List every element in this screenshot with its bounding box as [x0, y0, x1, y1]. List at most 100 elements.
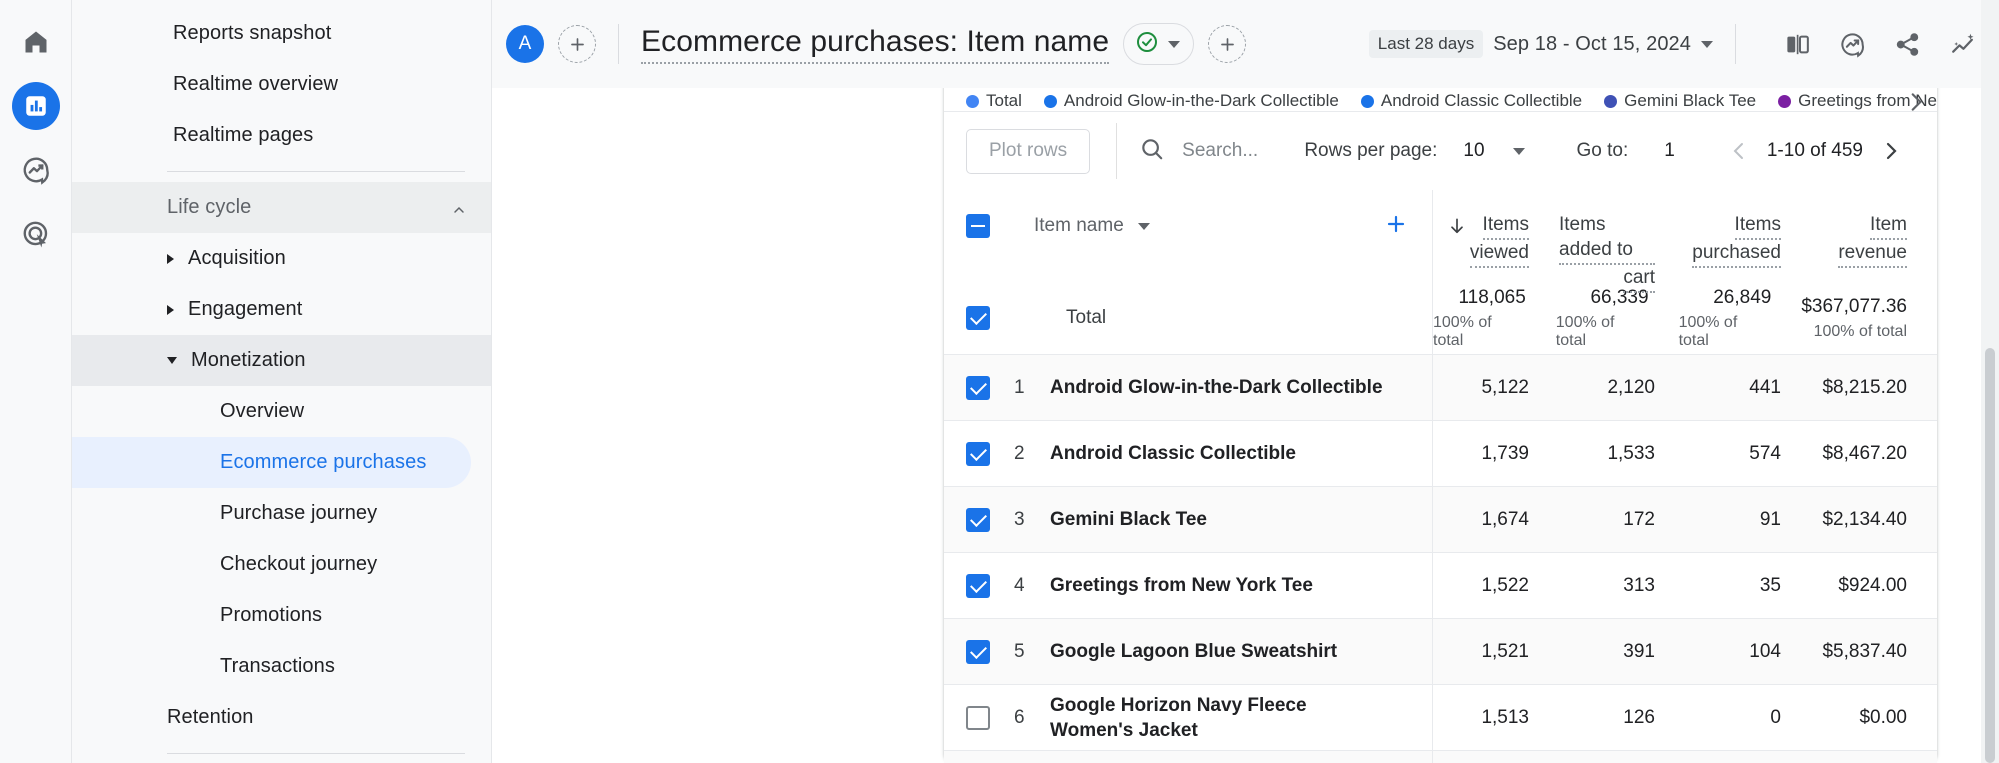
sidebar-item-acquisition[interactable]: Acquisition: [72, 233, 491, 284]
metric-cell: 0: [1685, 685, 1811, 750]
table-row-total[interactable]: Total 118,065 100% of total 66,339 100% …: [944, 282, 1937, 354]
sidebar-item-label: Realtime overview: [173, 73, 339, 95]
add-account-button[interactable]: [558, 25, 596, 63]
explore-icon[interactable]: [12, 146, 60, 194]
sort-descending-icon[interactable]: [1447, 216, 1467, 241]
chevron-down-icon: [1168, 40, 1181, 48]
metric-value: 391: [1623, 640, 1655, 662]
table-row[interactable]: 7 Google Black Eco Zip Hoodie 1,494 556 …: [944, 750, 1937, 763]
metric-cell: 574: [1685, 421, 1811, 486]
sidebar-item-promotions[interactable]: Promotions: [72, 590, 491, 641]
row-checkbox[interactable]: [966, 705, 990, 730]
home-icon[interactable]: [12, 18, 60, 66]
chevron-right-icon: [167, 304, 174, 315]
sidebar-item-realtime-overview[interactable]: Realtime overview: [72, 59, 491, 110]
legend-color-dot: [1778, 94, 1792, 108]
date-range-picker[interactable]: Last 28 days Sep 18 - Oct 15, 2024: [1368, 30, 1713, 58]
sidebar-item-label: Ecommerce purchases: [220, 451, 427, 473]
page-title[interactable]: Ecommerce purchases: Item name: [641, 25, 1110, 64]
metric-cell: 441: [1685, 355, 1811, 420]
metric-header-items-viewed[interactable]: Items viewed: [1433, 190, 1559, 282]
metric-cell: 1,494: [1433, 751, 1559, 763]
sidebar-group-life-cycle[interactable]: Life cycle: [72, 182, 491, 233]
legend-item[interactable]: Android Glow-in-the-Dark Collectible: [1043, 91, 1339, 111]
previous-page-button[interactable]: [1723, 139, 1755, 163]
row-number: 3: [1014, 508, 1025, 530]
legend-item[interactable]: Android Classic Collectible: [1360, 91, 1582, 111]
table-row[interactable]: 2 Android Classic Collectible 1,739 1,53…: [944, 420, 1937, 486]
dimension-selector[interactable]: Item name: [1034, 215, 1150, 237]
metric-header-item-revenue[interactable]: Item revenue: [1811, 190, 1937, 282]
metric-value: 1,522: [1481, 574, 1529, 596]
sidebar-item-retention[interactable]: Retention: [72, 692, 491, 743]
metric-cell: 126: [1559, 685, 1685, 750]
sidebar-item-monetization[interactable]: Monetization: [72, 335, 491, 386]
legend-color-dot: [1043, 94, 1057, 108]
metric-header-line2: revenue: [1838, 240, 1907, 268]
metric-cell: 172: [1559, 487, 1685, 552]
reports-icon[interactable]: [11, 82, 60, 130]
page-scrollbar[interactable]: [1981, 0, 1999, 763]
ai-insights-icon[interactable]: [1949, 30, 1977, 58]
compare-icon[interactable]: [1784, 31, 1811, 58]
row-number: 4: [1014, 574, 1025, 596]
search-input[interactable]: Search...: [1139, 136, 1258, 167]
legend-item[interactable]: Gemini Black Tee: [1604, 91, 1756, 111]
go-to-input[interactable]: 1: [1664, 140, 1675, 162]
legend-next-button[interactable]: [1903, 89, 1929, 111]
chevron-right-icon: [167, 253, 174, 264]
total-value: 26,849: [1713, 286, 1772, 308]
row-item-name: Gemini Black Tee: [1050, 509, 1207, 530]
add-comparison-button[interactable]: [1208, 25, 1247, 63]
metric-value: 172: [1623, 508, 1655, 530]
row-checkbox[interactable]: [966, 375, 990, 400]
metric-header-items-purchased[interactable]: Items purchased: [1685, 190, 1811, 282]
row-checkbox[interactable]: [966, 573, 990, 598]
avatar[interactable]: A: [506, 25, 544, 63]
date-range-text: Sep 18 - Oct 15, 2024: [1493, 32, 1691, 55]
select-all-checkbox[interactable]: [966, 214, 990, 238]
legend-label: Total: [986, 91, 1022, 110]
total-cell: $367,077.36 100% of total: [1801, 282, 1937, 354]
nav-divider: [167, 171, 465, 172]
metric-cell: 313: [1559, 553, 1685, 618]
sidebar-item-label: Monetization: [191, 349, 306, 371]
table-row[interactable]: 1 Android Glow-in-the-Dark Collectible 5…: [944, 354, 1937, 420]
metric-headers: Items viewed Items added to cart Items p…: [1432, 190, 1937, 293]
next-page-button[interactable]: [1875, 139, 1907, 163]
sidebar-item-ecommerce-purchases[interactable]: Ecommerce purchases: [72, 437, 471, 488]
rows-per-page-select[interactable]: 10: [1463, 140, 1525, 162]
chevron-down-icon: [1701, 40, 1713, 48]
insights-icon[interactable]: [1839, 31, 1866, 58]
metric-value: 126: [1623, 706, 1655, 728]
sidebar-item-realtime-pages[interactable]: Realtime pages: [72, 110, 491, 161]
share-icon[interactable]: [1894, 31, 1921, 58]
sidebar-item-reports-snapshot[interactable]: Reports snapshot: [72, 8, 491, 59]
sidebar-item-transactions[interactable]: Transactions: [72, 641, 491, 692]
metric-cell: 195: [1685, 751, 1811, 763]
row-checkbox[interactable]: [966, 507, 990, 532]
table-row[interactable]: 4 Greetings from New York Tee 1,522 313 …: [944, 552, 1937, 618]
status-badge[interactable]: [1123, 23, 1195, 65]
page-scrollbar-thumb[interactable]: [1985, 348, 1995, 763]
table-row[interactable]: 5 Google Lagoon Blue Sweatshirt 1,521 39…: [944, 618, 1937, 684]
table-row[interactable]: 3 Gemini Black Tee 1,674 172 91 $2,134.4…: [944, 486, 1937, 552]
advertising-icon[interactable]: [12, 210, 60, 258]
row-checkbox[interactable]: [966, 306, 990, 330]
plot-rows-button[interactable]: Plot rows: [966, 128, 1091, 174]
row-checkbox[interactable]: [966, 441, 990, 466]
metric-cell: 556: [1559, 751, 1685, 763]
pagination-controls: Rows per page: 10 Go to: 1 1-10 of 459: [1304, 139, 1907, 163]
sidebar-item-purchase-journey[interactable]: Purchase journey: [72, 488, 491, 539]
metric-cell: 5,122: [1433, 355, 1559, 420]
metric-header-line1: Item: [1870, 212, 1907, 240]
add-dimension-button[interactable]: [1384, 212, 1408, 241]
metric-header-items-added-to-cart[interactable]: Items added to cart: [1559, 190, 1685, 293]
metric-header-line2: cart: [1623, 265, 1655, 293]
sidebar-item-checkout-journey[interactable]: Checkout journey: [72, 539, 491, 590]
legend-item[interactable]: Total: [966, 91, 1022, 111]
row-checkbox[interactable]: [966, 639, 990, 664]
table-row[interactable]: 6 Google Horizon Navy Fleece Women's Jac…: [944, 684, 1937, 750]
sidebar-item-overview[interactable]: Overview: [72, 386, 491, 437]
sidebar-item-engagement[interactable]: Engagement: [72, 284, 491, 335]
